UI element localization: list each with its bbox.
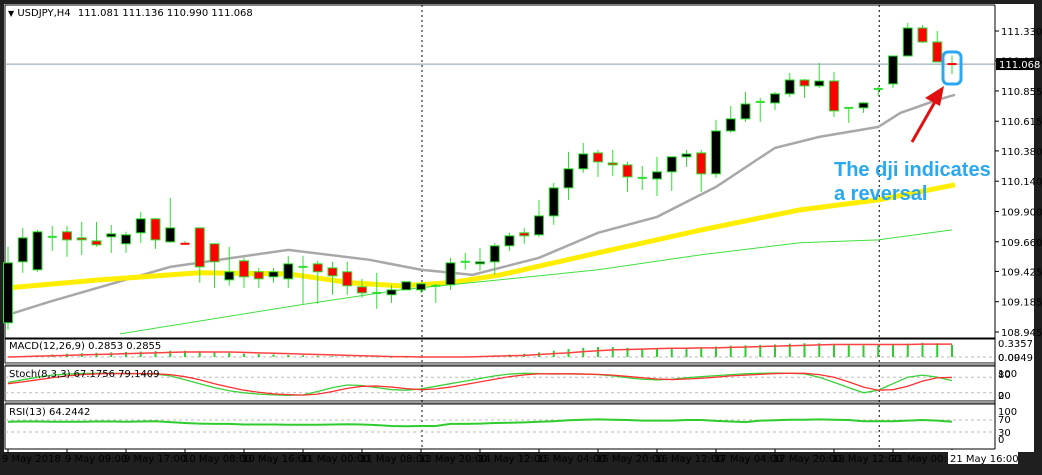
price-tick-label: 109.425 — [1001, 267, 1042, 278]
bull-candle — [106, 233, 117, 238]
bear-candle — [357, 286, 367, 294]
price-tick-label: 110.855 — [1001, 87, 1042, 98]
price-tick-label: 111.330 — [1001, 27, 1042, 38]
bull-candle — [814, 80, 825, 87]
bull-candle — [475, 261, 485, 265]
bear-candle — [194, 227, 205, 268]
bear-candle — [239, 260, 249, 278]
rsi-axis-label: 0 — [998, 435, 1004, 446]
bull-candle — [902, 27, 913, 57]
bull-candle — [740, 103, 751, 120]
bull-candle — [489, 245, 500, 263]
time-tick-label: 9 May 09:00 — [65, 454, 127, 465]
ohlc-values: 111.081 111.136 110.990 111.068 — [77, 8, 253, 19]
bear-candle — [917, 27, 928, 43]
stoch-title: Stoch(8,3,3) 67.1756 79.1409 — [9, 369, 160, 380]
bull-candle — [386, 289, 397, 296]
price-tick-label: 109.660 — [1001, 238, 1042, 249]
bear-candle — [342, 271, 353, 287]
bull-candle — [416, 283, 426, 291]
bull-candle — [888, 55, 898, 85]
symbol-label: USDJPY,H4 — [17, 8, 71, 19]
bull-candle — [401, 281, 412, 291]
time-tick-label: 21 May 16:00 — [950, 454, 1019, 465]
bear-candle — [327, 267, 338, 277]
bull-candle — [504, 235, 515, 247]
bear-candle — [62, 231, 72, 241]
price-tick-label: 109.900 — [1001, 207, 1042, 218]
price-tick-label: 108.945 — [1001, 328, 1042, 339]
time-tick-label: 9 May 2018 — [2, 454, 61, 465]
bull-candle — [445, 262, 456, 286]
bull-candle — [3, 262, 13, 324]
bull-candle — [268, 271, 279, 278]
stoch-axis-label: 0 — [998, 391, 1004, 402]
bear-candle — [519, 232, 530, 237]
bear-candle — [607, 162, 618, 166]
bull-candle — [17, 237, 28, 263]
trading-chart[interactable]: 111.330111.095110.855110.615110.380110.1… — [0, 0, 1042, 475]
bull-candle — [548, 187, 559, 217]
bull-candle — [32, 231, 43, 271]
macd-axis-label: 0.3357 — [998, 339, 1033, 350]
bear-candle — [799, 79, 810, 87]
price-tick-label: 110.380 — [1001, 147, 1042, 158]
price-tick-label: 109.185 — [1001, 298, 1042, 309]
dropdown-triangle-icon[interactable]: ▼ — [8, 9, 14, 18]
annotation-line-2: a reversal — [834, 183, 928, 205]
rsi-title: RSI(13) 64.2442 — [9, 407, 91, 418]
bear-candle — [829, 80, 839, 112]
rsi-axis-label: 70 — [998, 415, 1011, 426]
bull-candle — [711, 130, 721, 175]
bear-candle — [932, 41, 943, 63]
bear-candle — [150, 218, 161, 241]
macd-title: MACD(12,26,9) 0.2853 0.2855 — [9, 341, 162, 352]
bear-candle — [312, 263, 323, 273]
bull-candle — [534, 215, 544, 236]
bull-candle — [681, 153, 692, 158]
symbol-header: ▼ USDJPY,H4 111.081 111.136 110.990 111.… — [8, 8, 253, 19]
bull-candle — [652, 171, 662, 180]
annotation-text: The dji indicates a reversal — [834, 158, 991, 206]
bear-candle — [622, 164, 633, 178]
bull-candle — [563, 168, 574, 189]
bear-candle — [91, 240, 102, 246]
bear-candle — [593, 152, 603, 163]
annotation-line-1: The dji indicates — [834, 159, 991, 181]
price-tick-label: 110.615 — [1001, 117, 1042, 128]
bull-candle — [770, 93, 780, 104]
bull-candle — [666, 156, 677, 173]
stoch-axis-label: 80 — [998, 370, 1011, 381]
bear-candle — [253, 271, 264, 280]
current-price-label: 111.068 — [999, 60, 1040, 71]
bull-candle — [283, 263, 294, 280]
bear-candle — [76, 237, 87, 241]
bull-candle — [858, 102, 869, 109]
bull-candle — [784, 79, 795, 95]
bull-candle — [224, 271, 235, 281]
bull-candle — [165, 227, 176, 243]
bull-candle — [135, 218, 146, 234]
price-axis-bg — [995, 4, 1034, 452]
bull-candle — [725, 118, 736, 132]
bull-candle — [578, 153, 589, 170]
time-tick-label: 9 May 17:00 — [124, 454, 186, 465]
bull-candle — [121, 234, 131, 245]
bear-candle — [209, 243, 220, 263]
bear-candle — [696, 152, 707, 175]
macd-axis-label: 0.00 — [998, 353, 1020, 364]
price-tick-label: 110.140 — [1001, 177, 1042, 188]
